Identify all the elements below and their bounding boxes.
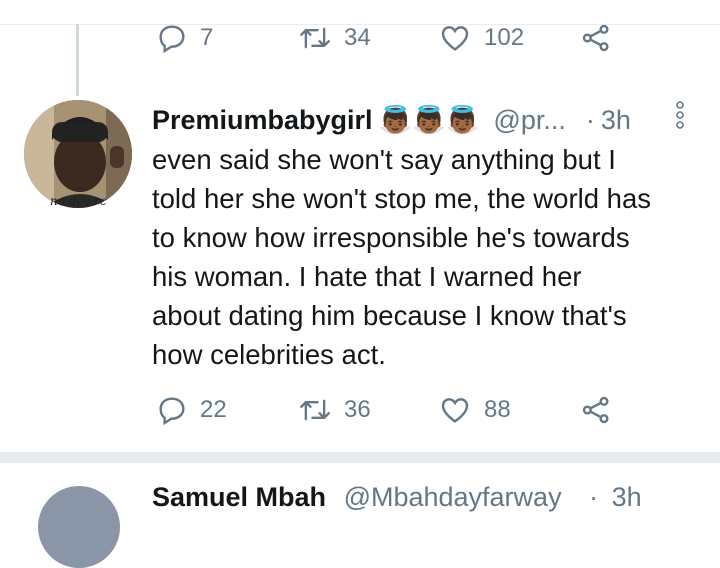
retweet-icon	[300, 27, 330, 49]
like-count: 88	[484, 396, 511, 423]
retweet-icon	[300, 399, 330, 421]
tweet-timestamp[interactable]: 3h	[601, 105, 631, 136]
prev-retweet-count: 34	[344, 24, 371, 51]
next-tweet-header: Samuel Mbah @Mbahdayfarway · 3h	[152, 482, 642, 513]
reply-count: 22	[200, 396, 227, 423]
avatar-caption: no dey rc	[50, 194, 107, 208]
tweet-text-line: his woman. I hate that I warned her	[152, 261, 582, 292]
prev-share-button[interactable]	[580, 22, 612, 54]
user-handle[interactable]: @pr...	[493, 105, 565, 136]
more-options-button[interactable]	[672, 100, 688, 135]
avatar[interactable]	[24, 100, 132, 208]
like-icon	[441, 398, 469, 423]
retweet-button[interactable]: 36	[298, 394, 371, 426]
header-separator: ·	[585, 104, 595, 135]
next-tweet-timestamp[interactable]: 3h	[612, 482, 642, 512]
display-name[interactable]: Premiumbabygirl	[152, 105, 373, 136]
next-avatar[interactable]	[38, 486, 120, 568]
tweet-text-line: even said she won't say anything but I	[152, 144, 616, 175]
next-header-separator: ·	[589, 482, 599, 512]
avatar-photo	[24, 100, 132, 208]
tweet-text-line: told her she won't stop me, the world ha…	[152, 183, 651, 214]
tweet-text-line: about dating him because I know that's	[152, 300, 627, 331]
retweet-count: 36	[344, 396, 371, 423]
more-options-icon	[676, 101, 684, 129]
prev-reply-button[interactable]: 7	[156, 22, 213, 54]
like-icon	[441, 26, 469, 51]
like-button[interactable]: 88	[438, 394, 511, 426]
next-display-name[interactable]: Samuel Mbah	[152, 482, 326, 512]
share-icon	[582, 24, 609, 52]
reply-icon	[159, 25, 185, 54]
reply-button[interactable]: 22	[156, 394, 227, 426]
tweet-text: even said she won't say anything but I t…	[152, 140, 712, 374]
prev-reply-count: 7	[200, 24, 214, 51]
tweet-divider	[0, 452, 720, 463]
share-icon	[582, 396, 609, 424]
prev-retweet-button[interactable]: 34	[298, 22, 371, 54]
name-emoji: 👼🏾👼🏾👼🏾	[378, 105, 480, 135]
prev-like-button[interactable]: 102	[438, 22, 524, 54]
tweet-text-line: to know how irresponsible he's towards	[152, 222, 630, 253]
prev-like-count: 102	[484, 24, 525, 51]
next-user-handle[interactable]: @Mbahdayfarway	[344, 482, 562, 512]
reply-icon	[159, 397, 185, 426]
tweet-text-line: how celebrities act.	[152, 339, 386, 370]
thread-line	[76, 24, 79, 96]
share-button[interactable]	[580, 394, 612, 426]
tweet-header: Premiumbabygirl 👼🏾👼🏾👼🏾 @pr... · 3h	[152, 100, 631, 140]
